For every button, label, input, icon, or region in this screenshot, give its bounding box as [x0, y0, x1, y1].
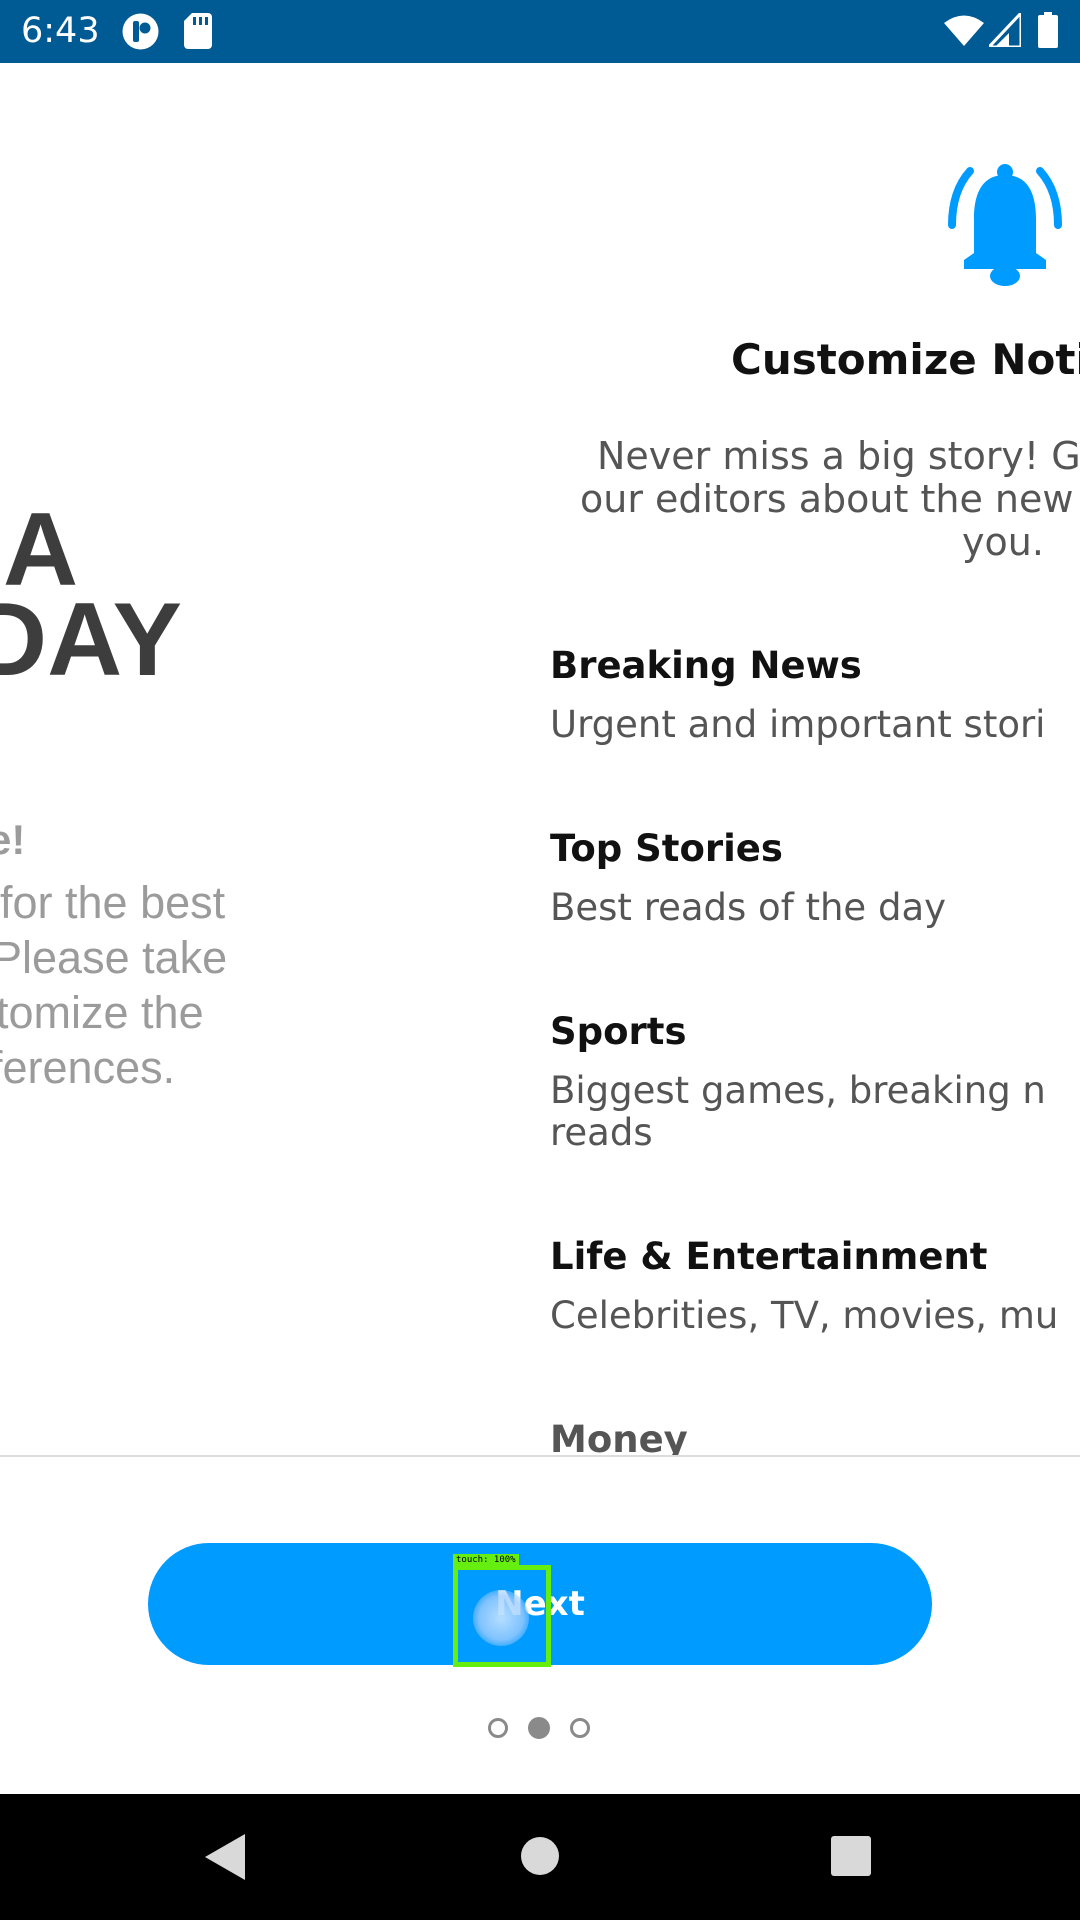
home-icon[interactable] [520, 1836, 560, 1880]
signal-icon [985, 9, 1023, 51]
bell-icon [940, 163, 1070, 297]
welcome-text-line: Please take [0, 932, 228, 983]
description-line: our editors about the new [580, 477, 1074, 521]
navigation-bar [0, 1794, 1080, 1920]
recents-icon[interactable] [831, 1836, 871, 1880]
page-indicator [0, 1717, 1080, 1742]
welcome-text-line: ferences. [0, 1042, 176, 1093]
page-dot-active[interactable] [528, 1717, 550, 1739]
assistant-icon [122, 13, 159, 54]
status-bar: 6:43 [0, 0, 1080, 63]
option-title: Sports [550, 1010, 687, 1053]
battery-icon [1038, 12, 1058, 52]
page-dot[interactable] [488, 1718, 508, 1738]
back-icon[interactable] [205, 1834, 245, 1884]
page-dot[interactable] [570, 1718, 590, 1738]
option-description: Biggest games, breaking n [550, 1069, 1046, 1112]
option-description: Celebrities, TV, movies, mu [550, 1294, 1059, 1337]
onboarding-pager[interactable]: A DAY e! for the best Please take tomize… [0, 63, 1080, 1455]
option-title: Money [550, 1418, 688, 1455]
welcome-heading: e! [0, 816, 26, 863]
welcome-text-line: tomize the [0, 987, 204, 1038]
footer-divider [0, 1455, 1080, 1457]
welcome-text-line: for the best [0, 877, 226, 928]
sd-card-icon [184, 13, 212, 53]
option-title: Breaking News [550, 644, 862, 687]
option-title: Top Stories [550, 827, 783, 870]
option-description: reads [550, 1111, 653, 1154]
brand-line-2: DAY [0, 582, 183, 698]
option-title: Life & Entertainment [550, 1235, 988, 1278]
status-time: 6:43 [21, 11, 100, 51]
page-title: Customize Noti [731, 335, 1080, 384]
option-description: Best reads of the day [550, 886, 947, 929]
touch-overlay-box [453, 1565, 551, 1667]
option-description: Urgent and important stori [550, 703, 1046, 746]
description-line: Never miss a big story! G [597, 434, 1080, 478]
description-line: you. [962, 520, 1044, 564]
touch-overlay-label: touch: 100% [453, 1554, 519, 1566]
wifi-icon [944, 14, 984, 50]
